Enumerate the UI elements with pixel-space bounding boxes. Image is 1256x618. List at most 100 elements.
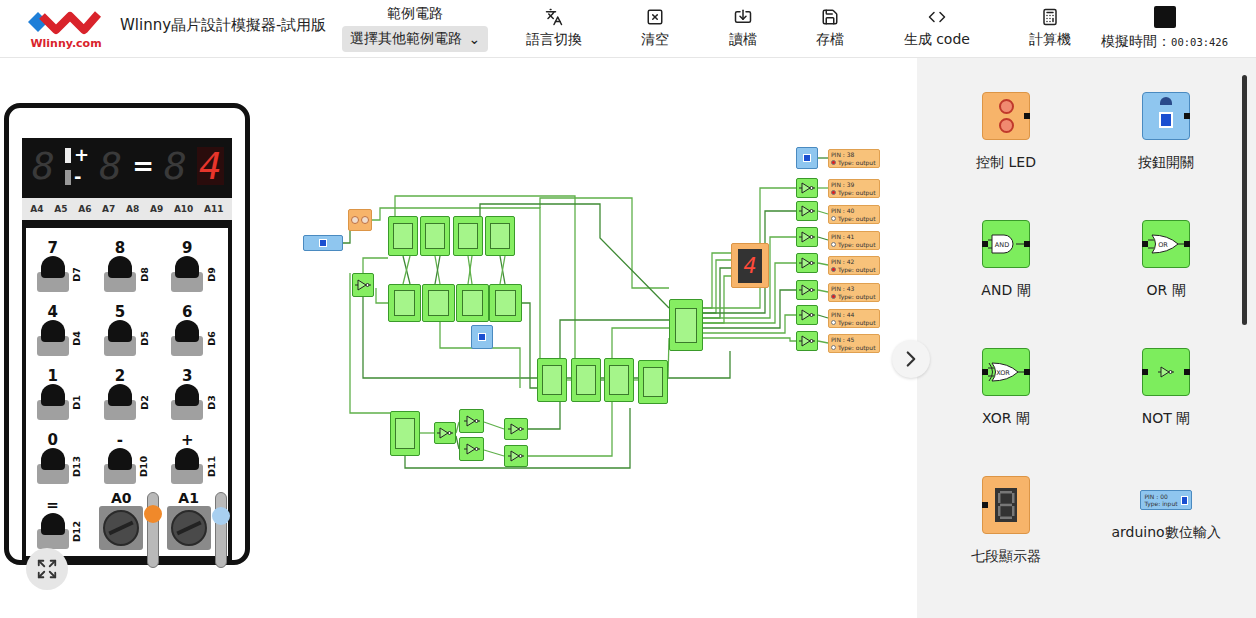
panel-toggle[interactable] — [892, 340, 930, 378]
clear-button[interactable]: 清空 — [637, 8, 673, 49]
circuit-canvas[interactable]: 4 PIN : 38Type: output PIN : 39Type: outpu… — [0, 58, 917, 618]
key[interactable]: 6D6 — [161, 298, 228, 362]
seven-segment-node[interactable]: 4 — [731, 243, 769, 288]
palette-item[interactable]: OROR 閘 — [1086, 220, 1246, 348]
logic-block-node[interactable] — [571, 358, 601, 402]
output-pin[interactable]: PIN : 42Type: output — [828, 256, 880, 275]
key[interactable]: 1D1 — [26, 362, 93, 426]
equals-key[interactable]: =D12 — [26, 490, 93, 556]
led-icon[interactable] — [982, 92, 1030, 140]
logic-block-node[interactable] — [390, 411, 420, 456]
language-button[interactable]: 語言切換 — [522, 8, 586, 49]
output-pin[interactable]: PIN : 40Type: output — [828, 205, 880, 224]
not-gate-icon — [464, 443, 480, 455]
logic-block-node[interactable] — [388, 216, 418, 256]
gate-icon[interactable]: XOR — [982, 348, 1030, 396]
logic-block-node[interactable] — [388, 284, 421, 322]
not-gate-icon — [799, 231, 815, 243]
output-pin[interactable]: PIN : 39Type: output — [828, 179, 880, 198]
potentiometer[interactable]: A0 — [93, 490, 160, 556]
not-gate-node[interactable] — [796, 201, 818, 221]
not-gate-node[interactable] — [352, 273, 374, 297]
potentiometer[interactable]: A1 — [161, 490, 228, 556]
key[interactable]: 4D4 — [26, 298, 93, 362]
logic-block-node[interactable] — [420, 216, 450, 256]
palette-item[interactable]: 七段顯示器 — [926, 476, 1086, 604]
not-gate-node[interactable] — [796, 253, 818, 273]
gate-icon[interactable]: OR — [1142, 220, 1190, 268]
load-button[interactable]: 讀檔 — [725, 8, 761, 49]
seven-segment-display-icon[interactable] — [982, 476, 1030, 534]
palette-item[interactable]: ANDAND 閘 — [926, 220, 1086, 348]
calculator-icon — [1041, 8, 1059, 26]
key[interactable]: 9D9 — [161, 234, 228, 298]
key[interactable]: 8D8 — [93, 234, 160, 298]
code-button[interactable]: 生成 code — [900, 8, 974, 49]
logo[interactable]: Wlinny.com — [18, 8, 114, 50]
logic-block-node[interactable] — [537, 358, 567, 402]
seven-segment-icon — [995, 488, 1017, 522]
palette-item[interactable]: 按鈕開關 — [1086, 92, 1246, 220]
output-pin[interactable]: PIN : 43Type: output — [828, 283, 880, 302]
not-gate-icon — [355, 279, 371, 291]
stop-button[interactable] — [1154, 6, 1176, 28]
input-node[interactable] — [303, 235, 343, 251]
example-select[interactable]: 選擇其他範例電路⌄ — [342, 26, 488, 52]
key[interactable]: +D11 — [161, 426, 228, 490]
output-pin[interactable]: PIN : 38Type: output — [828, 149, 880, 168]
not-gate-node[interactable] — [459, 409, 484, 433]
push-button-icon[interactable] — [1142, 92, 1190, 140]
output-pin[interactable]: PIN : 45Type: output — [828, 334, 880, 353]
not-gate-node[interactable] — [434, 422, 456, 444]
app-title: Wlinny晶片設計模擬器-試用版 — [120, 16, 326, 35]
logic-block-node[interactable] — [489, 284, 522, 322]
arduino-input-icon[interactable]: PIN : 00Type: input — [1140, 490, 1191, 510]
slider-track[interactable] — [147, 492, 159, 568]
key[interactable]: 3D3 — [161, 362, 228, 426]
not-gate-node[interactable] — [796, 305, 818, 325]
output-pin[interactable]: PIN : 44Type: output — [828, 309, 880, 328]
svg-text:XOR: XOR — [996, 369, 1010, 377]
language-icon — [545, 8, 563, 26]
logic-block-node[interactable] — [422, 284, 455, 322]
logic-block-node[interactable] — [456, 284, 489, 322]
led-node[interactable] — [348, 209, 372, 231]
not-gate-node[interactable] — [459, 437, 484, 461]
not-gate-node[interactable] — [796, 227, 818, 247]
logic-block-node[interactable] — [638, 360, 668, 404]
save-button[interactable]: 存檔 — [812, 8, 848, 49]
not-gate-node[interactable] — [796, 280, 818, 300]
button-node[interactable] — [471, 325, 493, 349]
save-icon — [821, 8, 839, 26]
logic-block-node[interactable] — [669, 299, 703, 351]
button-node[interactable] — [796, 147, 818, 169]
calculator-button[interactable]: 計算機 — [1025, 8, 1075, 49]
gate-icon[interactable]: AND — [982, 220, 1030, 268]
slider-track[interactable] — [215, 492, 227, 568]
not-gate-node[interactable] — [504, 445, 528, 467]
key[interactable]: 0D13 — [26, 426, 93, 490]
not-icon[interactable] — [1142, 348, 1190, 396]
palette-item[interactable]: XORXOR 閘 — [926, 348, 1086, 476]
key[interactable]: 2D2 — [93, 362, 160, 426]
key[interactable]: 7D7 — [26, 234, 93, 298]
logic-block-node[interactable] — [485, 216, 515, 256]
palette-item[interactable]: 控制 LED — [926, 92, 1086, 220]
key[interactable]: 5D5 — [93, 298, 160, 362]
output-pin[interactable]: PIN : 41Type: output — [828, 231, 880, 250]
svg-text:AND: AND — [995, 241, 1009, 249]
scrollbar[interactable] — [1242, 75, 1247, 325]
not-gate-node[interactable] — [796, 178, 818, 198]
key[interactable]: -D10 — [93, 426, 160, 490]
not-gate-icon — [799, 182, 815, 194]
logic-block-node[interactable] — [453, 216, 483, 256]
expand-button[interactable] — [26, 548, 68, 590]
slider-thumb[interactable] — [144, 505, 162, 523]
not-gate-node[interactable] — [504, 418, 528, 440]
not-gate-node[interactable] — [796, 331, 818, 351]
slider-thumb[interactable] — [212, 507, 230, 525]
not-gate-icon — [508, 450, 524, 462]
logic-block-node[interactable] — [604, 358, 634, 402]
palette-item[interactable]: NOT 閘 — [1086, 348, 1246, 476]
palette-item[interactable]: PIN : 00Type: inputarduino數位輸入 — [1086, 476, 1246, 604]
